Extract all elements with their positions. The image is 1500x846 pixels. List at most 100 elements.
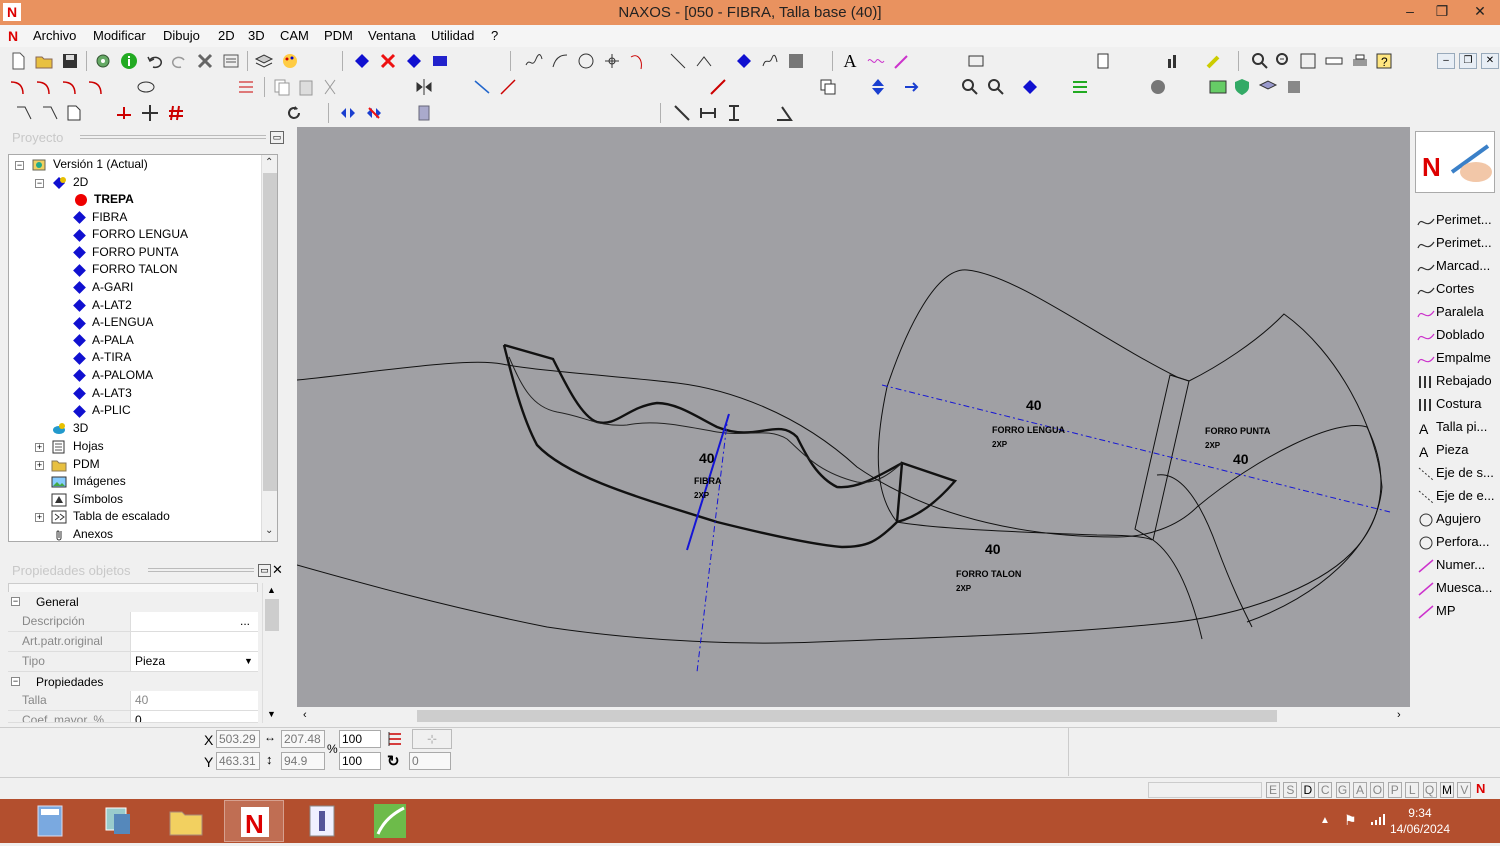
layers-icon[interactable]	[254, 51, 274, 71]
move-icon[interactable]	[140, 103, 160, 123]
menu-help[interactable]: ?	[491, 28, 498, 43]
arc-tool-4-icon[interactable]	[86, 77, 106, 97]
menu-dibujo[interactable]: Dibujo	[163, 28, 200, 43]
right-panel-item[interactable]: Eje de s...	[1417, 463, 1497, 483]
tree-expander[interactable]: +	[35, 443, 44, 452]
chart-icon[interactable]	[1164, 51, 1184, 71]
right-panel-item[interactable]: Cortes	[1417, 279, 1497, 299]
right-panel-item[interactable]: Agujero	[1417, 509, 1497, 529]
doc-logo-icon[interactable]: N	[8, 28, 18, 44]
delete-x-icon[interactable]	[195, 51, 215, 71]
tree-folder-simbolos[interactable]: Símbolos	[51, 491, 123, 508]
properties-icon[interactable]	[221, 51, 241, 71]
stack-icon[interactable]	[1258, 77, 1278, 97]
tree-piece-item[interactable]: FIBRA	[73, 209, 127, 226]
tree-scrollbar[interactable]: ⌃ ⌄	[261, 155, 277, 541]
help-icon[interactable]: ?	[1374, 51, 1394, 71]
chevron-down-icon[interactable]: ▼	[244, 652, 253, 671]
minimize-button[interactable]: ‒	[1394, 0, 1426, 22]
copy-icon[interactable]	[272, 77, 292, 97]
cloud-icon[interactable]	[1148, 77, 1168, 97]
tree-piece-item[interactable]: A-PALA	[73, 332, 134, 349]
measure-icon[interactable]	[672, 103, 692, 123]
right-panel-item[interactable]: Muesca...	[1417, 578, 1497, 598]
tree-expander[interactable]: +	[35, 461, 44, 470]
arc-tool-3-icon[interactable]	[60, 77, 80, 97]
cut-icon[interactable]	[320, 77, 340, 97]
right-panel-item[interactable]: Doblado	[1417, 325, 1497, 345]
tree-piece-item[interactable]: A-TIRA	[73, 349, 131, 366]
tree-piece-item[interactable]: A-GARI	[73, 279, 133, 296]
horizontal-dim-icon[interactable]	[698, 103, 718, 123]
prop-talla-value[interactable]: 40	[130, 691, 258, 710]
right-panel-item[interactable]: A Talla pi...	[1417, 417, 1497, 437]
rotation-field[interactable]: 0	[409, 752, 451, 770]
tree-node-3d[interactable]: 3D	[51, 420, 88, 437]
fibra-piece[interactable]	[502, 344, 958, 549]
remove-piece-icon[interactable]	[378, 51, 398, 71]
angle-icon[interactable]	[774, 103, 794, 123]
tree-piece-item[interactable]: FORRO TALON	[73, 261, 178, 278]
corner-tool-icon[interactable]	[14, 103, 34, 123]
prop-talla[interactable]: Talla 40	[8, 691, 258, 711]
mdi-minimize-button[interactable]: ‒	[1437, 53, 1455, 69]
menu-archivo[interactable]: Archivo	[33, 28, 76, 43]
tree-expander[interactable]: −	[35, 179, 44, 188]
width-field[interactable]: 207.48	[281, 730, 325, 748]
tree-expander[interactable]: −	[15, 161, 24, 170]
columns-icon[interactable]	[1070, 77, 1090, 97]
menu-2d[interactable]: 2D	[218, 28, 235, 43]
scroll-up-arrow-icon[interactable]: ▲	[267, 585, 276, 595]
mdi-close-button[interactable]: ✕	[1481, 53, 1499, 69]
rectangle-icon[interactable]	[966, 51, 986, 71]
scroll-left-arrow-icon[interactable]: ‹	[303, 709, 307, 721]
zoom-out-icon[interactable]	[1274, 51, 1294, 71]
wave-icon[interactable]	[866, 51, 886, 71]
open-folder-icon[interactable]	[34, 51, 54, 71]
zoom-window-icon[interactable]	[1298, 51, 1318, 71]
scroll-down-arrow-icon[interactable]: ▼	[267, 709, 276, 719]
rotate-icon[interactable]: ↻	[387, 752, 400, 770]
scale-x-field[interactable]: 100	[339, 730, 381, 748]
canvas-hscrollbar[interactable]: ‹ ›	[297, 707, 1410, 725]
tree-piece-item[interactable]: FORRO PUNTA	[73, 244, 178, 261]
prop-tipo-select[interactable]: Pieza	[130, 652, 258, 671]
tree-folder-pdm[interactable]: PDM	[51, 456, 100, 473]
prop-group-expander[interactable]: −	[11, 597, 20, 606]
close-button[interactable]: ✕	[1460, 0, 1500, 22]
layers-2-icon[interactable]	[1284, 77, 1304, 97]
y-coordinate-field[interactable]: 463.31	[216, 752, 260, 770]
right-panel-item[interactable]: Marcad...	[1417, 256, 1497, 276]
taskbar-naxos-icon[interactable]: N	[224, 800, 284, 842]
settings-gear-icon[interactable]	[93, 51, 113, 71]
notch-icon[interactable]	[114, 103, 134, 123]
status-toggle[interactable]: L	[1405, 782, 1420, 798]
tree-piece-item[interactable]: A-LAT2	[73, 297, 132, 314]
piece-select-icon[interactable]	[1020, 77, 1040, 97]
prop-coef-value[interactable]: 0	[130, 711, 258, 722]
scroll-up-arrow-icon[interactable]: ⌃	[265, 157, 273, 168]
scroll-down-arrow-icon[interactable]: ⌄	[265, 525, 273, 536]
prop-group-propiedades[interactable]: − Propiedades	[8, 672, 258, 692]
taskbar-leaf-app-icon[interactable]	[360, 800, 420, 842]
palette-icon[interactable]	[280, 51, 300, 71]
right-panel-item[interactable]: Costura	[1417, 394, 1497, 414]
tray-network-icon[interactable]	[1370, 814, 1386, 826]
tray-flag-icon[interactable]: ⚑	[1344, 812, 1357, 829]
info-icon[interactable]	[119, 51, 139, 71]
forro-punta-piece[interactable]	[1188, 313, 1383, 623]
taskbar-folder-icon[interactable]	[156, 800, 216, 842]
polyline-icon[interactable]	[524, 51, 544, 71]
status-toggle[interactable]: M	[1440, 782, 1454, 798]
prop-group-general[interactable]: − General	[8, 592, 258, 612]
fit-piece-icon[interactable]	[430, 51, 450, 71]
scale-y-field[interactable]: 100	[339, 752, 381, 770]
menu-ventana[interactable]: Ventana	[368, 28, 416, 43]
status-toggle[interactable]: E	[1266, 782, 1280, 798]
align-list-icon[interactable]	[386, 730, 406, 748]
tree-piece-item[interactable]: A-LAT3	[73, 385, 132, 402]
redo-icon[interactable]	[169, 51, 189, 71]
panel-pin-icon[interactable]: ▭	[270, 131, 284, 144]
mdi-restore-button[interactable]: ❐	[1459, 53, 1477, 69]
tree-piece-item[interactable]: A-PALOMA	[73, 367, 153, 384]
